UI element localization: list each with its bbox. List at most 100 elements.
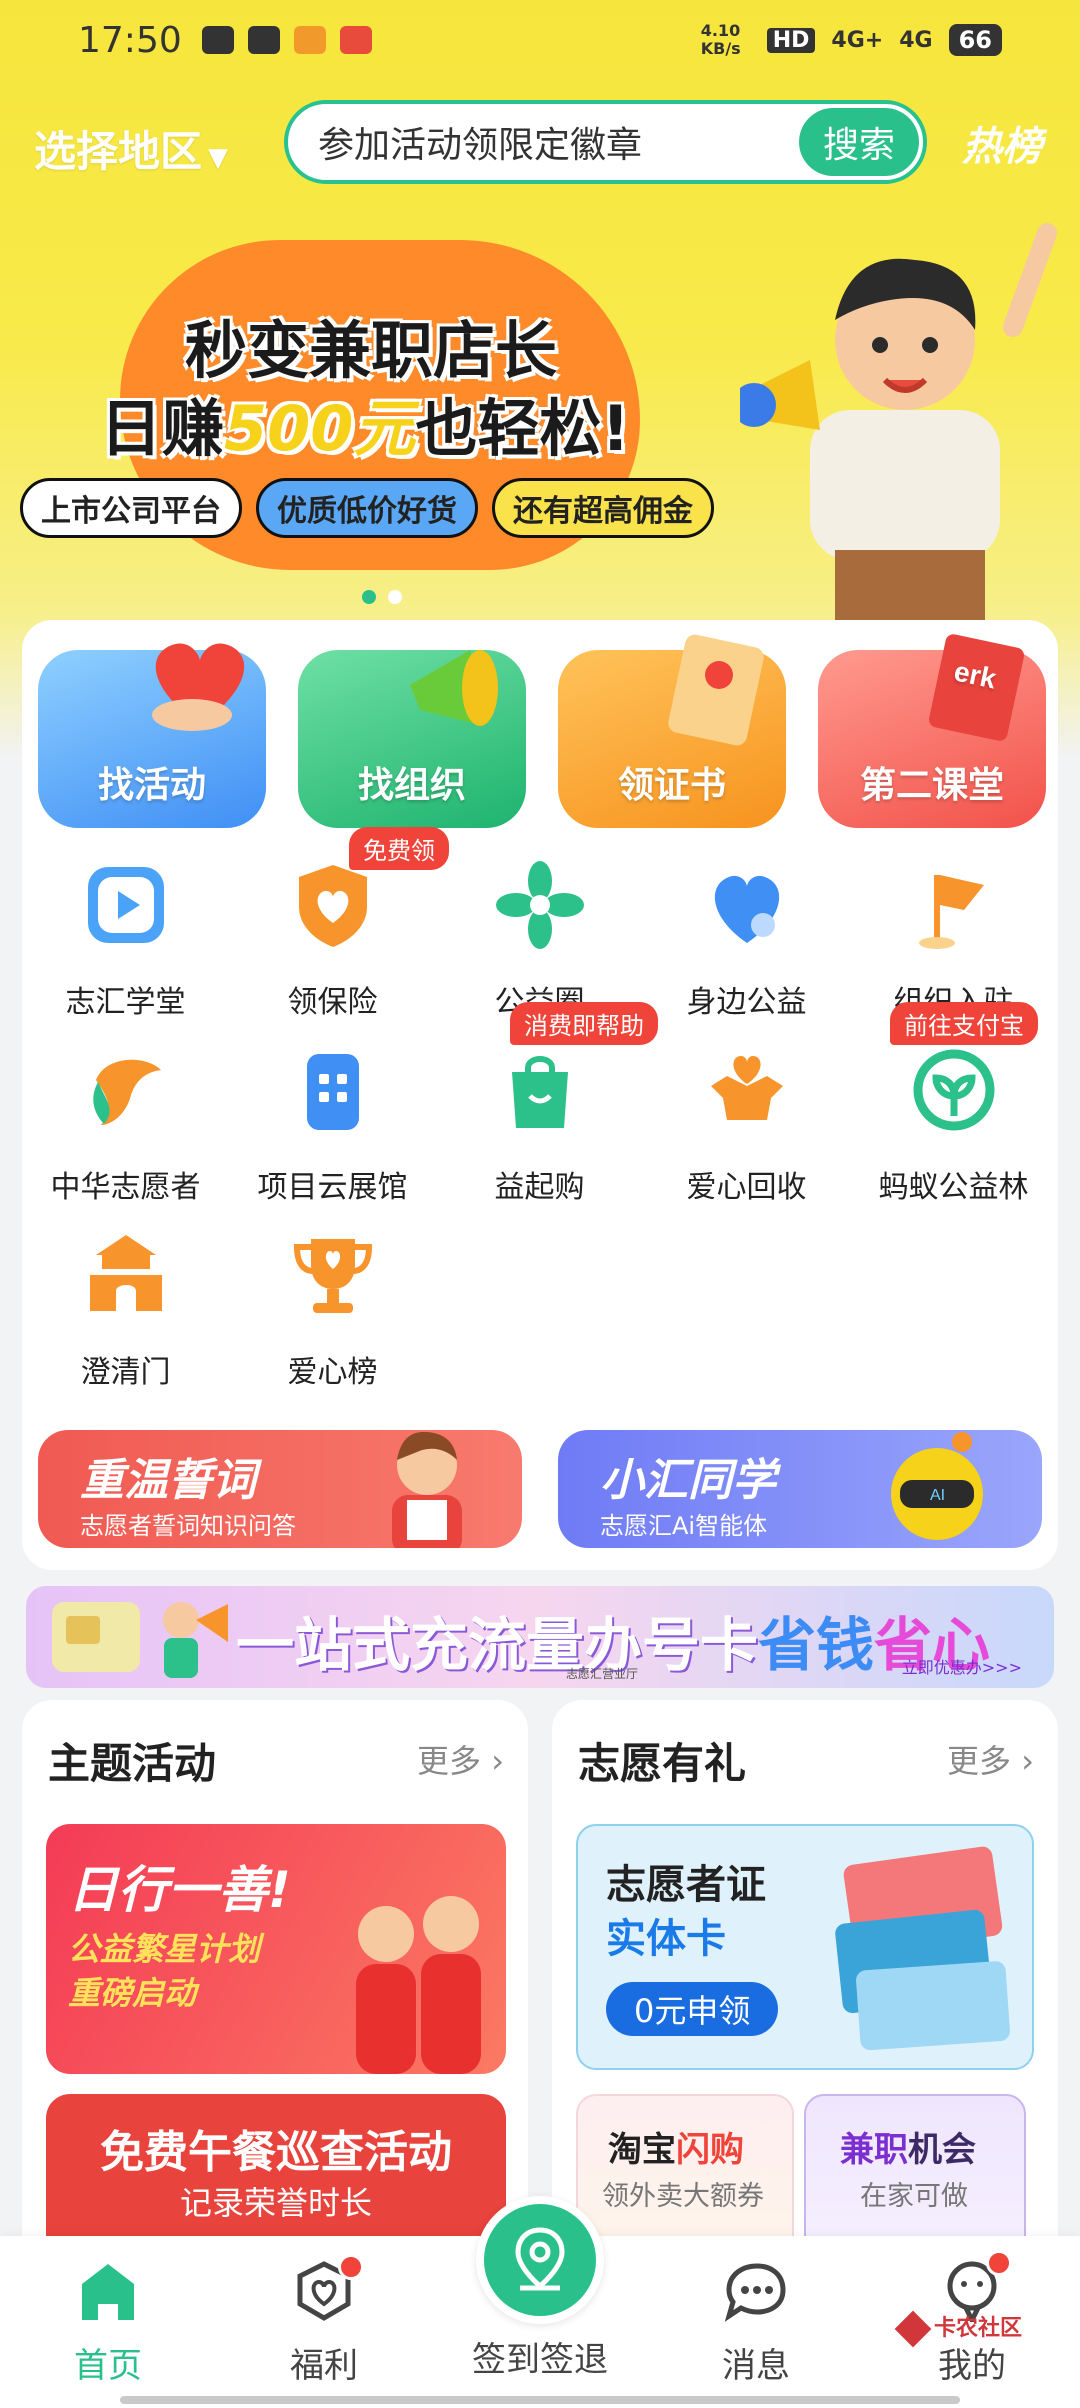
tile-certificate[interactable]: 领证书 <box>558 634 786 828</box>
service-project-expo[interactable]: 项目云展馆 <box>229 1040 436 1206</box>
status-bar: 17:50 4.10 KB/s HD 4G+ 4G 66 <box>0 0 1080 80</box>
nav-checkin-label[interactable]: 签到签退 <box>460 2332 620 2381</box>
volunteer-boy-illustration <box>392 1431 462 1548</box>
mail-notification-icon <box>293 26 326 54</box>
services-card: 找活动 找组织 领证书 erk 第二课堂 志汇学堂 领保险 免费领 身边公益 中… <box>22 620 1058 1570</box>
gesture-bar <box>120 2396 960 2404</box>
notification-icons <box>201 26 372 54</box>
service-love-ranking[interactable]: 爱心榜 <box>229 1225 436 1391</box>
promo-oath-review[interactable]: 重温誓词 志愿者誓词知识问答 <box>38 1430 522 1548</box>
banner-headline-1: 秒变兼职店长 <box>185 314 558 387</box>
nav-label: 首页 <box>74 2346 142 2386</box>
more-link[interactable]: 更多 › <box>417 1736 504 1782</box>
service-charity-circle[interactable]: 公益圈 <box>436 855 643 1021</box>
pager-dot <box>388 590 402 604</box>
consume-help-tag: 消费即帮助 <box>510 1002 658 1045</box>
top-bar: 选择地区 ▼ 参加活动领限定徽章 搜索 热榜 <box>0 100 1080 190</box>
ad-brand: 志愿汇营业厅 <box>566 1667 639 1681</box>
region-label: 选择地区 <box>34 127 203 176</box>
service-label: 澄清门 <box>80 1355 171 1390</box>
battery-icon: 66 <box>948 24 1002 56</box>
ai-mascot-illustration: AI <box>891 1432 983 1540</box>
nav-benefits[interactable]: 福利 <box>244 2254 404 2387</box>
tile-find-org[interactable]: 找组织 <box>298 650 526 828</box>
apply-button[interactable]: 0元申领 <box>606 1982 779 2036</box>
service-label: 身边公益 <box>686 985 807 1020</box>
service-insurance[interactable]: 领保险 免费领 <box>229 827 449 1021</box>
home-icon <box>82 2264 134 2320</box>
card-sub: 记录荣誉时长 <box>179 2184 372 2222</box>
alipay-tag: 前往支付宝 <box>890 1002 1038 1045</box>
activity-card-good-deed[interactable]: 日行一善! 公益繁星计划 重磅启动 <box>46 1824 506 2074</box>
banner-pill: 上市公司平台 <box>20 478 242 538</box>
tile-second-classroom[interactable]: erk 第二课堂 <box>818 634 1046 828</box>
search-box[interactable]: 参加活动领限定徽章 搜索 <box>284 100 927 184</box>
ad-cta[interactable]: 立即优惠办>>> <box>902 1654 1022 1678</box>
promo-title: 小汇同学 <box>600 1455 776 1506</box>
offer-sub: 领外卖大额券 <box>602 2181 764 2212</box>
region-selector[interactable]: 选择地区 ▼ <box>34 118 228 179</box>
banner-headline-2: 日赚500元也轻松! <box>100 378 630 468</box>
headline-suffix: 也轻松! <box>415 392 630 465</box>
signal-1: 4G+ <box>831 27 884 53</box>
card-headline: 日行一善! <box>68 1861 291 1919</box>
box-heart-icon <box>710 1056 783 1120</box>
section-title: 志愿有礼 <box>578 1739 747 1788</box>
shield-heart-icon <box>298 865 367 947</box>
watermark-icon <box>894 2310 932 2348</box>
hd-icon: HD <box>766 27 816 53</box>
megaphone-boy-illustration <box>740 223 1058 620</box>
offer-title-a: 淘宝 <box>608 2130 676 2170</box>
hot-list-link[interactable]: 热榜 <box>962 114 1042 172</box>
card-headline: 免费午餐巡查活动 <box>100 2127 452 2178</box>
checkin-button[interactable] <box>476 2196 604 2324</box>
service-love-recycle[interactable]: 爱心回收 <box>643 1040 850 1206</box>
tile-find-activity[interactable]: 找活动 <box>38 643 266 828</box>
volunteers-illustration <box>356 1896 481 2074</box>
service-ant-forest[interactable]: 蚂蚁公益林 前往支付宝 <box>850 1002 1057 1206</box>
id-card-offer[interactable]: 志愿者证 实体卡 0元申领 <box>576 1824 1034 2070</box>
trophy-icon <box>293 1239 372 1313</box>
nav-label: 签到签退 <box>472 2340 608 2380</box>
mascot-megaphone-icon <box>163 1602 228 1678</box>
offer-title-a: 兼职 <box>840 2130 908 2170</box>
promo-sub: 志愿者誓词知识问答 <box>80 1512 296 1540</box>
heart-hand-icon <box>152 643 245 731</box>
banner-pills: 上市公司平台 优质低价好货 还有超高佣金 <box>20 478 714 538</box>
megaphone-icon <box>410 650 498 726</box>
offer-title-b: 机会 <box>908 2130 976 2170</box>
service-zhihui-school[interactable]: 志汇学堂 <box>22 855 229 1021</box>
service-yiqigou[interactable]: 益起购 消费即帮助 <box>436 1002 658 1206</box>
more-link[interactable]: 更多 › <box>947 1736 1034 1782</box>
svg-text:AI: AI <box>930 1487 945 1504</box>
nav-messages[interactable]: 消息 <box>676 2260 836 2387</box>
service-label: 蚂蚁公益林 <box>878 1170 1029 1205</box>
free-tag: 免费领 <box>349 827 449 870</box>
certificate-icon <box>668 634 764 746</box>
service-label: 项目云展馆 <box>257 1170 408 1205</box>
app-notification-icon <box>339 26 372 54</box>
sim-card-ad[interactable]: 一站式充流量办号卡省钱省心 志愿汇营业厅 立即优惠办>>> <box>26 1586 1054 1688</box>
shopping-bag-icon <box>511 1056 568 1128</box>
nav-label: 我的 <box>938 2346 1006 2386</box>
offer-title2: 实体卡 <box>606 1916 726 1962</box>
offer-title: 淘宝闪购 <box>608 2122 744 2171</box>
service-nearby-charity[interactable]: 身边公益 <box>643 855 850 1021</box>
tile-label: 找活动 <box>97 765 206 806</box>
nav-home[interactable]: 首页 <box>28 2260 188 2387</box>
service-org-join[interactable]: 组织入驻 <box>850 855 1057 1021</box>
card-sub2: 重磅启动 <box>68 1974 197 2012</box>
watermark-text: 卡农社区 <box>934 2316 1023 2341</box>
flag-icon <box>918 875 984 949</box>
promo-banner[interactable]: 秒变兼职店长 日赚500元也轻松! 上市公司平台 优质低价好货 还有超高佣金 <box>0 200 1080 620</box>
benefits-badge <box>338 2254 364 2280</box>
sim-card-icon <box>52 1602 140 1672</box>
service-china-volunteer[interactable]: 中华志愿者 <box>22 1040 229 1206</box>
nav-label: 消息 <box>722 2346 790 2386</box>
banner-pill: 还有超高佣金 <box>492 478 714 538</box>
promo-xiaohui[interactable]: 小汇同学 志愿汇Ai智能体 AI <box>558 1430 1042 1548</box>
offer-title: 兼职机会 <box>840 2122 976 2171</box>
service-clarify-gate[interactable]: 澄清门 <box>22 1225 229 1391</box>
search-button[interactable]: 搜索 <box>799 108 919 176</box>
watermark: 卡农社区 <box>894 2310 1023 2348</box>
